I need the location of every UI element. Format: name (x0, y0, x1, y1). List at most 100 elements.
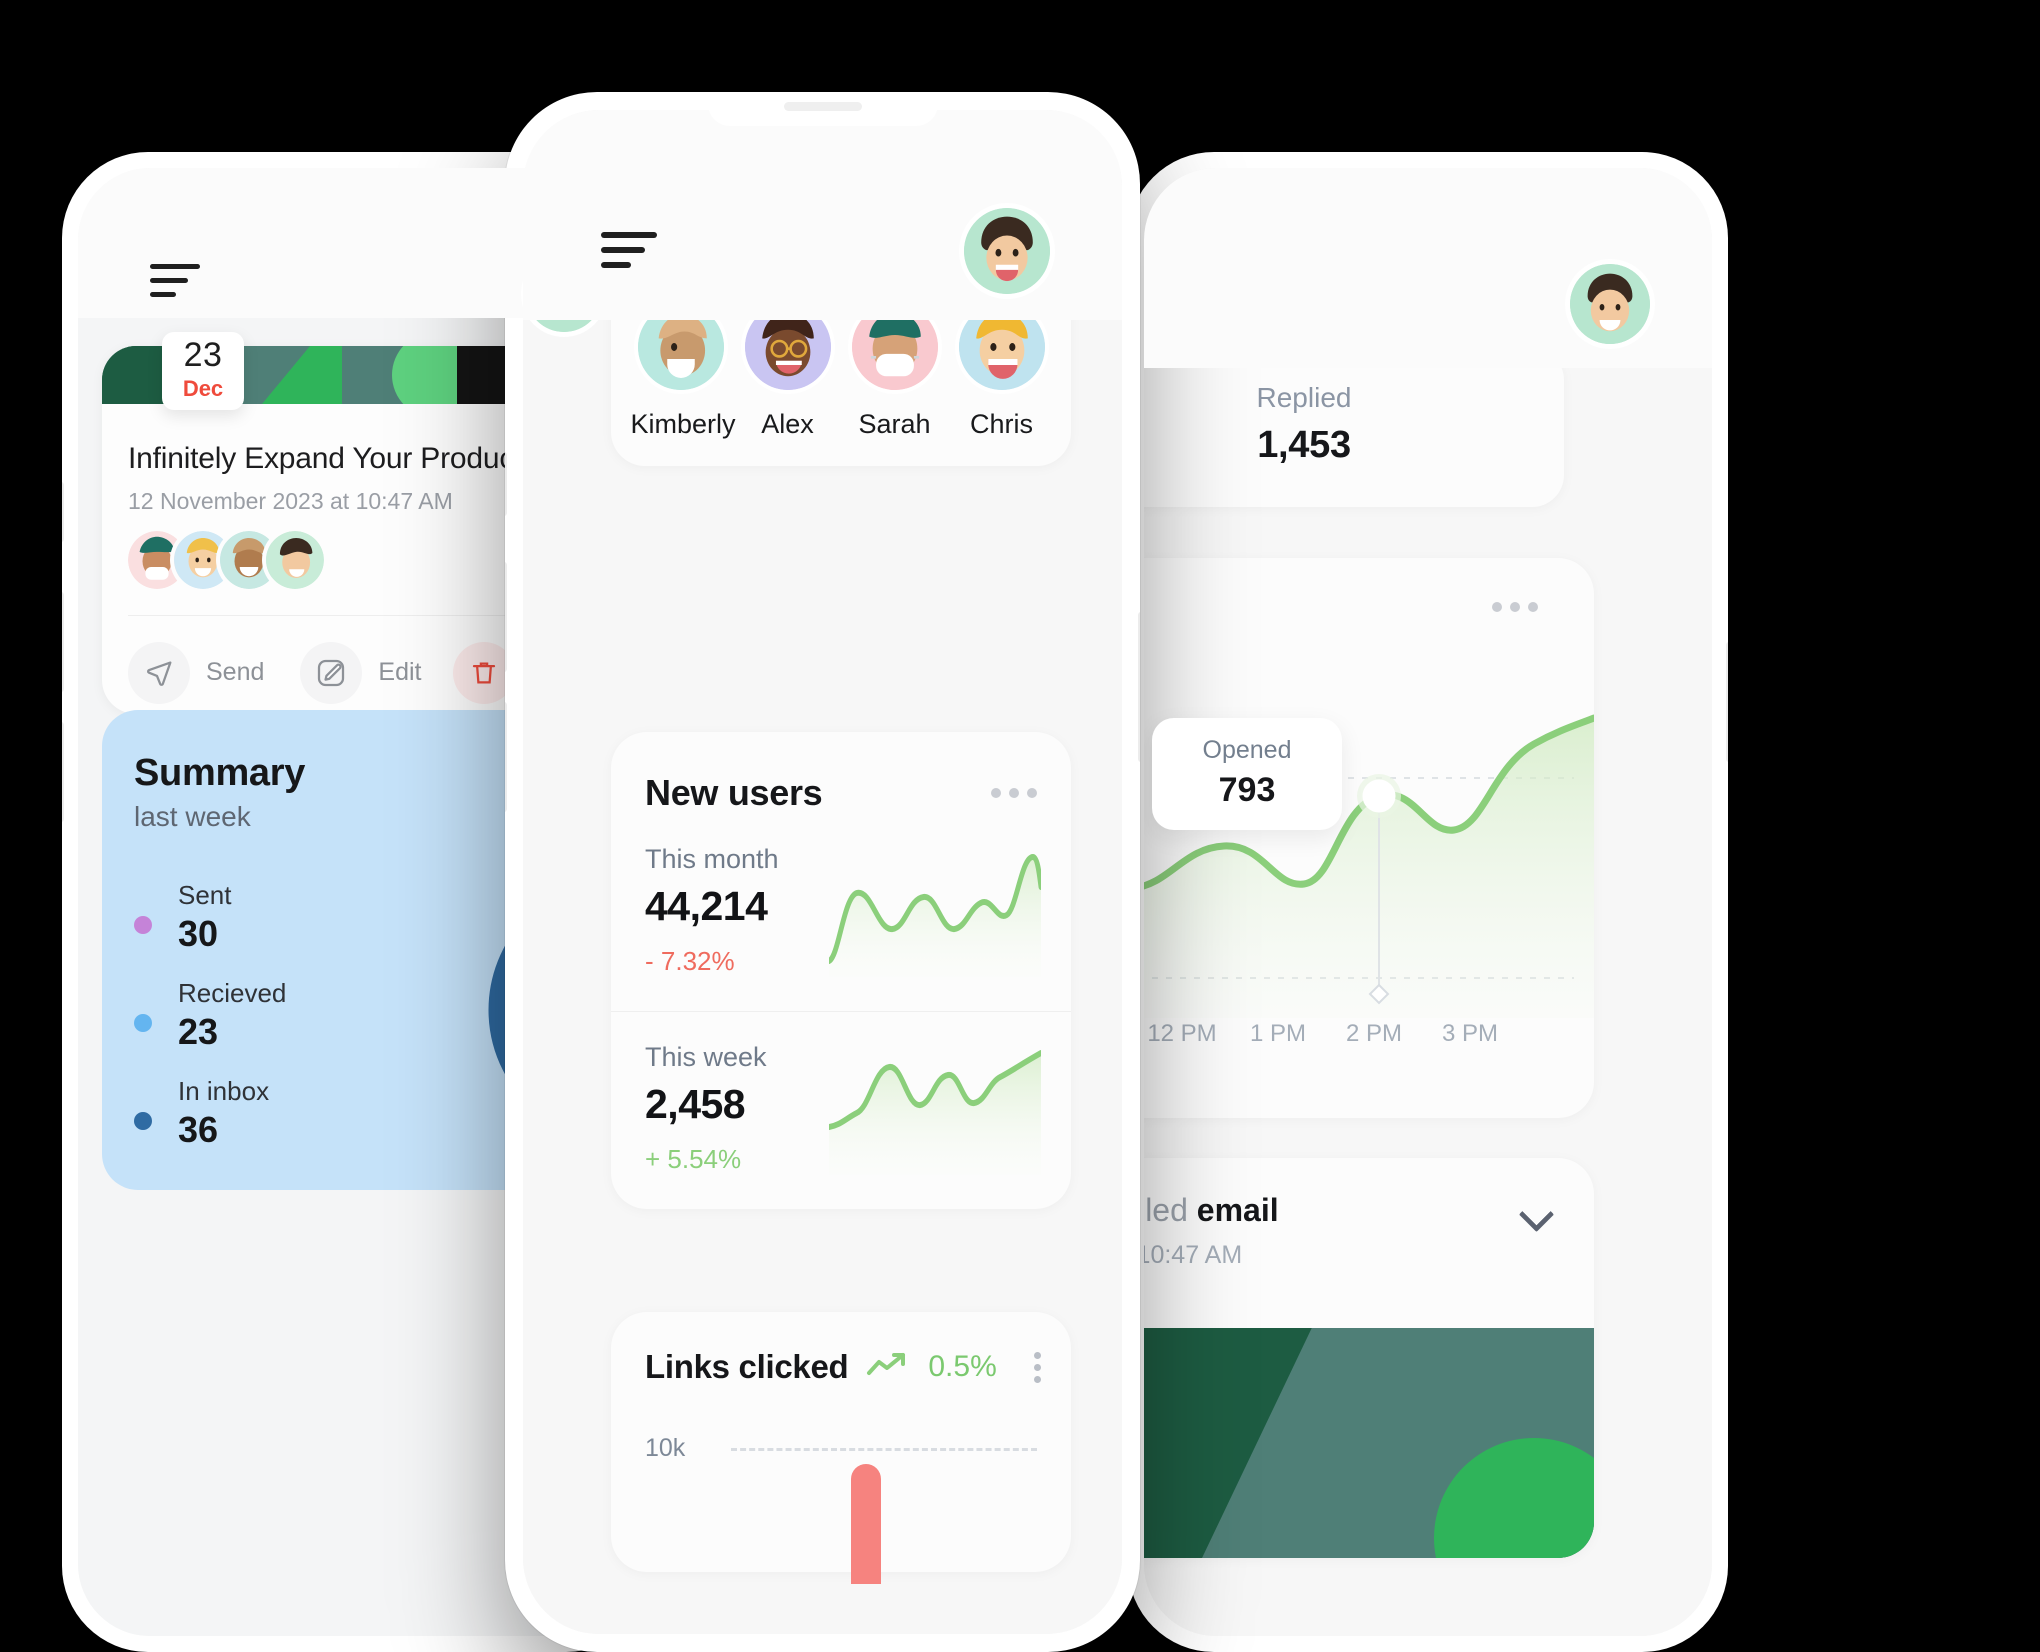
avatar[interactable] (964, 208, 1050, 294)
chevron-down-icon[interactable] (1520, 1194, 1554, 1228)
scheduled-title-bold: email (1196, 1192, 1279, 1228)
person-name: Chris (969, 409, 1033, 439)
card-title: Links clicked (645, 1348, 849, 1385)
screenshot-stage: 23 Dec Infinitely Expand Your Productivi… (0, 0, 2040, 1652)
scheduled-title: heduled email (1144, 1192, 1279, 1229)
avatar[interactable] (744, 320, 831, 390)
list-item[interactable]: Kimberly (630, 320, 736, 440)
opened-chart-card: Opened 793 AM 12 PM 1 PM 2 PM 3 PM (1144, 558, 1594, 1118)
list-item: Sent 30 (134, 882, 286, 952)
phone-button-volume-up[interactable] (505, 562, 507, 672)
people-row: Kimberly Alex Sarah Chris (611, 320, 1071, 440)
new-users-card: New users This month 44,214 - 7.32% This… (611, 732, 1071, 1209)
chart-x-axis: AM 12 PM 1 PM 2 PM 3 PM (1144, 1020, 1594, 1048)
hamburger-icon[interactable] (601, 232, 657, 268)
legend-value: 36 (178, 1109, 219, 1150)
list-item[interactable]: Alex (738, 320, 838, 440)
person-name: Sarah (858, 409, 931, 439)
axis-tick: 1 PM (1249, 1020, 1306, 1047)
more-horizontal-icon[interactable] (1492, 602, 1538, 612)
axis-tick: 10k (645, 1434, 686, 1462)
tooltip-label: Opened (1202, 736, 1292, 764)
tooltip-value: 793 (1218, 771, 1276, 809)
metric-value: 2,458 (645, 1081, 746, 1127)
axis-tick: 2 PM (1345, 1020, 1402, 1047)
person-name: Alex (761, 409, 814, 439)
list-item[interactable]: Chris (952, 320, 1052, 440)
avatar[interactable] (266, 530, 324, 589)
summary-legend: Sent 30 Recieved 23 In inbox 36 (134, 882, 286, 1176)
chart-tooltip: Opened 793 (1152, 718, 1342, 830)
phone-button-power[interactable] (1138, 612, 1140, 762)
links-clicked-card: Links clicked 0.5% 10k (611, 1312, 1071, 1584)
more-horizontal-icon[interactable] (991, 788, 1037, 798)
phone-button-power[interactable] (1726, 642, 1728, 762)
legend-dot-recieved (134, 1014, 152, 1032)
scheduled-header: heduled email (1144, 1158, 1594, 1229)
avatar[interactable] (637, 320, 724, 390)
status-label: Replied (1256, 382, 1352, 413)
metric-value: 44,214 (645, 883, 768, 929)
send-button[interactable]: Send (128, 641, 265, 704)
sparkline-this-week (826, 1043, 1044, 1175)
legend-label: In inbox (178, 1076, 270, 1106)
metric-text: This week 2,458 + 5.54% (645, 1042, 823, 1175)
phone-button-volume-up[interactable] (62, 592, 64, 692)
metric-label: This month (645, 844, 779, 874)
edit-icon (300, 641, 363, 704)
phone-button-volume-down[interactable] (505, 702, 507, 812)
status-value: 1,453 (1257, 424, 1351, 466)
card-title: New users (645, 772, 823, 813)
metric-label: This week (645, 1042, 767, 1072)
edit-label: Edit (378, 658, 422, 687)
scheduled-email-card[interactable]: heduled email 23 at 10:47 AM (1144, 1158, 1594, 1558)
metric-row-this-week: This week 2,458 + 5.54% (611, 1011, 1071, 1209)
avatar[interactable] (1570, 264, 1650, 344)
legend-label: Sent (178, 880, 232, 910)
axis-tick: 3 PM (1441, 1020, 1498, 1047)
hamburger-icon[interactable] (150, 264, 200, 297)
trending-up-icon (866, 1351, 910, 1384)
phone-button-mute[interactable] (62, 482, 64, 542)
avatar[interactable] (958, 320, 1045, 390)
person-name: Kimberly (630, 409, 736, 439)
axis-tick: 12 PM (1147, 1020, 1217, 1047)
people-card: Kimberly Alex Sarah Chris (611, 320, 1071, 466)
scheduled-title-prefix: heduled (1144, 1192, 1188, 1228)
phone-button-volume-down[interactable] (62, 722, 64, 822)
scheduled-date: 23 at 10:47 AM (1144, 1241, 1243, 1269)
sparkline-this-month (826, 845, 1044, 977)
more-vertical-icon[interactable] (1034, 1351, 1041, 1383)
replied-stat-card: Replied 1,453 (1144, 348, 1564, 507)
avatar[interactable] (851, 320, 938, 390)
phone-speaker (783, 102, 862, 111)
new-users-header: New users (611, 732, 1071, 814)
right-screen: Replied 1,453 Opened 793 12 PM 1 PM 2 PM… (1144, 168, 1712, 1636)
legend-value: 23 (178, 1011, 219, 1052)
edit-button[interactable]: Edit (300, 641, 422, 704)
metric-row-this-month: This month 44,214 - 7.32% (611, 814, 1071, 1011)
metric-delta: + 5.54% (645, 1144, 742, 1174)
center-appbar (523, 110, 1122, 320)
send-label: Send (206, 658, 265, 687)
list-item: Recieved 23 (134, 980, 286, 1050)
links-clicked-percent: 0.5% (928, 1350, 997, 1383)
center-screen: Kimberly Alex Sarah Chris New users This… (523, 110, 1122, 1634)
legend-dot-inbox (134, 1112, 152, 1130)
list-item[interactable]: Sarah (845, 320, 945, 440)
phone-center: Kimberly Alex Sarah Chris New users This… (505, 92, 1140, 1652)
legend-dot-sent (134, 916, 152, 934)
scheduled-banner-image (1144, 1328, 1594, 1558)
center-content: Kimberly Alex Sarah Chris New users This… (523, 320, 1122, 1634)
date-month: Dec (182, 376, 224, 401)
chart-gridline (731, 1448, 1037, 1451)
metric-text: This month 44,214 - 7.32% (645, 844, 823, 977)
legend-value: 30 (178, 913, 219, 954)
phone-button-mute[interactable] (505, 452, 507, 516)
metric-delta: - 7.32% (645, 946, 735, 976)
date-chip: 23 Dec (162, 332, 244, 410)
bar-chart-bar (851, 1464, 881, 1584)
links-clicked-header: Links clicked 0.5% (611, 1312, 1071, 1386)
legend-label: Recieved (178, 978, 287, 1008)
date-day: 23 (183, 336, 223, 374)
